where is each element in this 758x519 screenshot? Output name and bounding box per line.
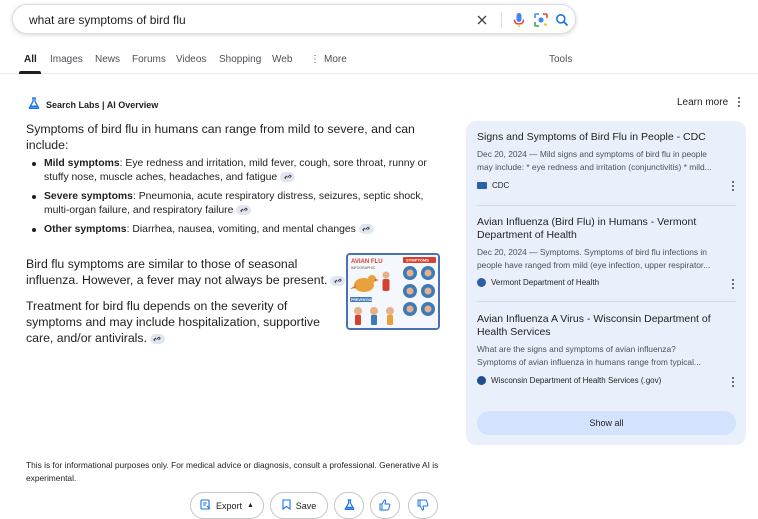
tab-more[interactable]: ⋮ More (310, 54, 347, 65)
thumbs-down-button[interactable] (408, 492, 438, 519)
list-item: Other symptoms: Diarrhea, nausea, vomiti… (26, 223, 446, 237)
source-divider (477, 205, 736, 206)
cdc-logo-icon (477, 182, 487, 189)
ai-overview-header: Search Labs | AI Overview (28, 96, 158, 114)
source-menu-icon[interactable] (732, 279, 734, 289)
link-icon[interactable] (330, 275, 346, 286)
tab-shopping[interactable]: Shopping (219, 54, 261, 65)
source-title[interactable]: Avian Influenza (Bird Flu) in Humans - V… (477, 216, 739, 242)
source-site: CDC (477, 181, 509, 190)
source-title[interactable]: Signs and Symptoms of Bird Flu in People… (477, 131, 739, 144)
bullet-term: Mild symptoms (44, 158, 120, 169)
wisconsin-logo-icon (477, 376, 486, 385)
clear-icon[interactable] (471, 9, 493, 31)
tab-all[interactable]: All (24, 54, 37, 65)
overview-paragraph: Bird flu symptoms are similar to those o… (26, 256, 346, 288)
sources-panel: Signs and Symptoms of Bird Flu in People… (466, 121, 746, 445)
save-label: Save (295, 500, 317, 511)
list-item: Severe symptoms: Pneumonia, acute respir… (26, 190, 446, 217)
source-card-vermont[interactable]: Avian Influenza (Bird Flu) in Humans - V… (477, 216, 739, 272)
source-site: Wisconsin Department of Health Services … (477, 376, 661, 385)
source-divider (477, 301, 736, 302)
source-title[interactable]: Avian Influenza A Virus - Wisconsin Depa… (477, 313, 739, 339)
search-divider (501, 12, 502, 28)
ai-overview-body: Symptoms of bird flu in humans can range… (26, 121, 446, 243)
source-snippet: Dec 20, 2024 — Symptoms. Symptoms of bir… (477, 247, 707, 257)
infographic-prevention-label: PREVENTION (351, 298, 374, 302)
link-icon[interactable] (358, 224, 374, 235)
mic-icon[interactable] (508, 9, 530, 31)
source-site-name: CDC (492, 181, 510, 190)
paragraph-text: Treatment for bird flu depends on the se… (26, 299, 320, 345)
labs-button[interactable] (334, 492, 364, 519)
infographic-title: AVIAN FLU (351, 259, 383, 265)
source-snippet: may include: * eye redness and irritatio… (477, 162, 712, 172)
avian-flu-infographic-thumbnail[interactable]: AVIAN FLU INFOGRAPHIC SYMPTOMS PREVENTIO… (346, 253, 440, 330)
active-tab-indicator (19, 71, 41, 74)
link-icon[interactable] (280, 171, 296, 182)
link-icon[interactable] (149, 333, 165, 344)
overview-intro: Symptoms of bird flu in humans can range… (26, 122, 415, 152)
caret-up-icon: ▲ (247, 502, 254, 509)
overview-paragraph: Treatment for bird flu depends on the se… (26, 298, 344, 346)
save-button[interactable]: Save (270, 492, 328, 519)
source-snippet: people have ranged from mild (eye infect… (477, 260, 711, 270)
tab-forums[interactable]: Forums (132, 54, 166, 65)
tab-videos[interactable]: Videos (176, 54, 206, 65)
search-tabs: All Images News Forums Videos Shopping W… (0, 46, 758, 74)
more-dots-icon: ⋮ (310, 54, 320, 65)
labs-flask-icon (344, 499, 355, 512)
ai-overview-menu-icon[interactable] (734, 95, 744, 109)
link-icon[interactable] (236, 204, 252, 215)
tab-images[interactable]: Images (50, 54, 83, 65)
paragraph-text: Bird flu symptoms are similar to those o… (26, 257, 328, 287)
ai-overview-label: Search Labs | AI Overview (46, 100, 159, 110)
ai-disclaimer: This is for informational purposes only.… (26, 460, 439, 483)
vermont-logo-icon (477, 278, 486, 287)
bullet-term: Other symptoms (44, 224, 127, 235)
thumbs-up-button[interactable] (370, 492, 400, 519)
source-menu-icon[interactable] (732, 181, 734, 191)
tab-news[interactable]: News (95, 54, 120, 65)
tab-more-label: More (324, 54, 347, 65)
source-site-name: Vermont Department of Health (491, 278, 600, 287)
source-snippet: Dec 20, 2024 — Mild signs and symptoms o… (477, 149, 707, 159)
thumbs-down-icon (417, 499, 429, 513)
source-card-cdc[interactable]: Signs and Symptoms of Bird Flu in People… (477, 131, 739, 174)
lens-icon[interactable] (530, 9, 552, 31)
labs-flask-icon (28, 96, 40, 114)
symptom-list: Mild symptoms: Eye redness and irritatio… (26, 157, 446, 237)
infographic-image: AVIAN FLU INFOGRAPHIC SYMPTOMS PREVENTIO… (348, 255, 438, 328)
source-site: Vermont Department of Health (477, 278, 599, 287)
bullet-text: : Diarrhea, nausea, vomiting, and mental… (126, 224, 356, 235)
bullet-term: Severe symptoms (44, 191, 133, 202)
show-all-button[interactable]: Show all (477, 411, 736, 435)
infographic-subtitle: INFOGRAPHIC (351, 266, 376, 270)
search-input[interactable]: what are symptoms of bird flu (29, 13, 186, 27)
thumbs-up-icon (379, 498, 391, 513)
tools-button[interactable]: Tools (549, 54, 572, 65)
export-label: Export (216, 500, 243, 511)
export-icon (200, 499, 211, 512)
learn-more-link[interactable]: Learn more (677, 97, 728, 108)
source-site-name: Wisconsin Department of Health Services … (491, 376, 662, 385)
source-snippet: What are the signs and symptoms of avian… (477, 344, 676, 354)
bookmark-icon (282, 499, 291, 512)
tab-web[interactable]: Web (272, 54, 292, 65)
list-item: Mild symptoms: Eye redness and irritatio… (26, 157, 446, 184)
search-icon[interactable] (551, 9, 573, 31)
export-button[interactable]: Export ▲ (190, 492, 264, 519)
search-bar[interactable]: what are symptoms of bird flu (12, 4, 576, 34)
source-menu-icon[interactable] (732, 377, 734, 387)
source-snippet: Symptoms of avian influenza in humans ra… (477, 357, 701, 367)
infographic-symptoms-label: SYMPTOMS (406, 258, 429, 263)
source-card-wisconsin[interactable]: Avian Influenza A Virus - Wisconsin Depa… (477, 313, 739, 369)
